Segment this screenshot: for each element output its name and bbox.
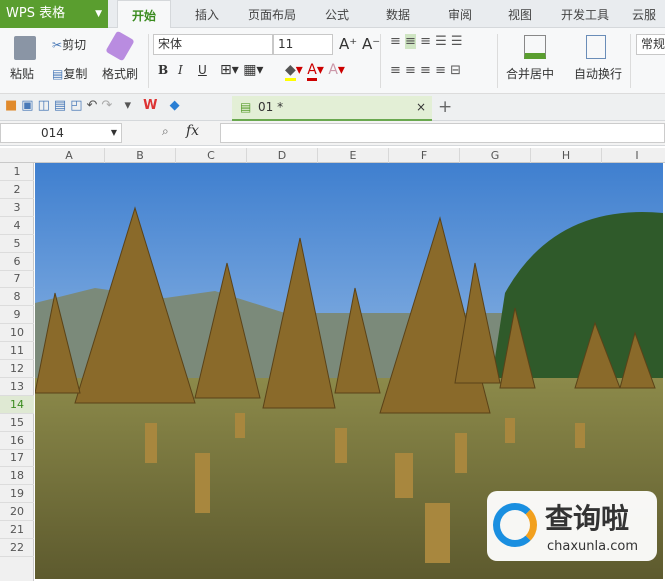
column-header[interactable]: C bbox=[176, 148, 247, 163]
row-header[interactable]: 16 bbox=[0, 432, 34, 450]
row-header[interactable]: 3 bbox=[0, 199, 34, 217]
row-header[interactable]: 14 bbox=[0, 395, 34, 414]
wps-logo: WPS 表格 bbox=[6, 6, 66, 21]
tab-formulas[interactable]: 公式 bbox=[325, 0, 349, 28]
paste-button[interactable]: 粘贴 bbox=[10, 65, 34, 82]
increase-font-icon[interactable]: A⁺ A⁻ bbox=[339, 35, 380, 53]
column-header[interactable]: B bbox=[105, 148, 176, 163]
wps-icon: W bbox=[143, 98, 162, 113]
border-icon[interactable]: ⊞▾ ▦▾ bbox=[220, 62, 263, 78]
print-icon: ▤ bbox=[53, 98, 71, 113]
column-header[interactable]: G bbox=[460, 148, 531, 163]
row-header[interactable]: 6 bbox=[0, 253, 34, 271]
row-header[interactable]: 2 bbox=[0, 181, 34, 199]
font-color-icon[interactable]: ◆▾ A▾ A▾ bbox=[285, 62, 345, 81]
font-size-select[interactable]: 11 bbox=[273, 34, 333, 55]
tab-cloud[interactable]: 云服务 bbox=[632, 0, 665, 52]
row-header[interactable]: 12 bbox=[0, 360, 34, 378]
italic-button[interactable]: I bbox=[178, 63, 183, 77]
row-header[interactable]: 17 bbox=[0, 449, 34, 468]
row-header[interactable]: 13 bbox=[0, 378, 34, 396]
row-header[interactable]: 7 bbox=[0, 270, 34, 289]
horizontal-align-icons[interactable]: ≡ ≡ ≡ ≡ ⊟ bbox=[390, 63, 461, 78]
new-tab-button[interactable]: + bbox=[438, 97, 452, 117]
chevron-down-icon: ▼ bbox=[110, 128, 117, 137]
row-header[interactable]: 4 bbox=[0, 217, 34, 235]
underline-button[interactable]: U bbox=[198, 63, 207, 77]
row-header[interactable]: 1 bbox=[0, 163, 34, 181]
preview-icon: ◰ bbox=[70, 98, 87, 113]
copy-icon: ▤ bbox=[52, 67, 64, 81]
name-box[interactable]: 014 ▼ bbox=[0, 123, 122, 143]
watermark-logo: 查询啦 chaxunla.com bbox=[487, 491, 657, 561]
tab-data[interactable]: 数据 bbox=[386, 0, 410, 28]
row-header[interactable]: 15 bbox=[0, 414, 34, 432]
column-header[interactable]: I bbox=[602, 148, 665, 163]
document-tab[interactable]: ▤ 01 * × bbox=[232, 96, 432, 121]
row-header[interactable]: 21 bbox=[0, 521, 34, 539]
search-logo-icon bbox=[493, 503, 537, 547]
save-icon: ▣ bbox=[21, 98, 38, 113]
scissors-icon: ✂ bbox=[52, 38, 63, 52]
cube-icon: ◆ bbox=[169, 98, 184, 113]
chevron-down-icon: ▼ bbox=[95, 9, 102, 19]
column-header[interactable]: F bbox=[389, 148, 460, 163]
wrap-text-button[interactable]: 自动换行 bbox=[574, 65, 622, 82]
export-icon: ◫ bbox=[37, 98, 54, 113]
column-header[interactable]: H bbox=[531, 148, 602, 163]
quick-access-icons[interactable]: ■▣◫▤◰↶↷ ▾ W ◆ bbox=[5, 98, 184, 113]
dropdown-icon: ▾ bbox=[124, 98, 135, 113]
undo-icon: ↶ bbox=[86, 98, 102, 113]
open-icon: ■ bbox=[5, 98, 22, 113]
tab-home[interactable]: 开始 bbox=[117, 0, 172, 28]
redo-icon: ↷ bbox=[101, 98, 117, 113]
cut-button[interactable]: ✂剪切 bbox=[52, 36, 86, 53]
number-format-select[interactable]: 常规 bbox=[636, 34, 665, 55]
watermark-name: 查询啦 bbox=[545, 502, 630, 535]
row-header[interactable]: 22 bbox=[0, 539, 34, 557]
fx-button[interactable]: fx bbox=[186, 123, 199, 139]
column-header[interactable]: A bbox=[34, 148, 105, 163]
format-painter-icon bbox=[105, 30, 135, 62]
title-tab-bar: WPS 表格 ▼ 开始 插入 页面布局 公式 数据 审阅 视图 开发工具 云服务 bbox=[0, 0, 665, 52]
tab-page-layout[interactable]: 页面布局 bbox=[248, 0, 296, 28]
column-header[interactable]: D bbox=[247, 148, 318, 163]
row-header[interactable]: 9 bbox=[0, 306, 34, 325]
row-header[interactable]: 11 bbox=[0, 342, 34, 360]
tab-view[interactable]: 视图 bbox=[508, 0, 532, 28]
row-header[interactable]: 5 bbox=[0, 235, 34, 253]
zoom-formula-icon[interactable]: ⌕ bbox=[162, 124, 169, 139]
font-name-select[interactable]: 宋体 bbox=[153, 34, 273, 55]
formula-input[interactable] bbox=[220, 123, 665, 143]
format-painter-button[interactable]: 格式刷 bbox=[102, 65, 138, 82]
tab-insert[interactable]: 插入 bbox=[195, 0, 219, 28]
row-headers: 1 2 3 4 5 6 7 8 9 10 11 12 13 14 15 16 17 18 19 20 21 22 bbox=[0, 163, 34, 581]
row-header[interactable]: 8 bbox=[0, 288, 34, 307]
tab-review[interactable]: 审阅 bbox=[448, 0, 472, 28]
sheet-file-icon: ▤ bbox=[240, 100, 252, 114]
row-header[interactable]: 20 bbox=[0, 503, 34, 522]
watermark-url: chaxunla.com bbox=[547, 539, 638, 554]
row-header[interactable]: 10 bbox=[0, 324, 34, 343]
paste-icon[interactable] bbox=[14, 36, 36, 60]
column-header[interactable]: E bbox=[318, 148, 389, 163]
row-header[interactable]: 19 bbox=[0, 485, 34, 504]
merge-center-button[interactable]: 合并居中 bbox=[506, 65, 554, 82]
bold-button[interactable]: B bbox=[158, 63, 168, 77]
close-tab-icon[interactable]: × bbox=[416, 96, 426, 119]
wps-menu-button[interactable]: WPS 表格 ▼ bbox=[0, 0, 108, 28]
copy-button[interactable]: ▤复制 bbox=[52, 65, 87, 82]
wrap-text-icon bbox=[586, 35, 606, 59]
tab-developer[interactable]: 开发工具 bbox=[561, 0, 609, 28]
ribbon: 粘贴 ✂剪切 ▤复制 格式刷 宋体 11 A⁺ A⁻ B I U ⊞▾ ▦▾ ◆… bbox=[0, 28, 665, 94]
align-icons[interactable]: ≡ ≡ ≡ ☰ ☰ bbox=[390, 34, 463, 49]
column-headers: A B C D E F G H I bbox=[0, 148, 665, 163]
row-header[interactable]: 18 bbox=[0, 467, 34, 486]
merge-icon bbox=[524, 35, 546, 59]
